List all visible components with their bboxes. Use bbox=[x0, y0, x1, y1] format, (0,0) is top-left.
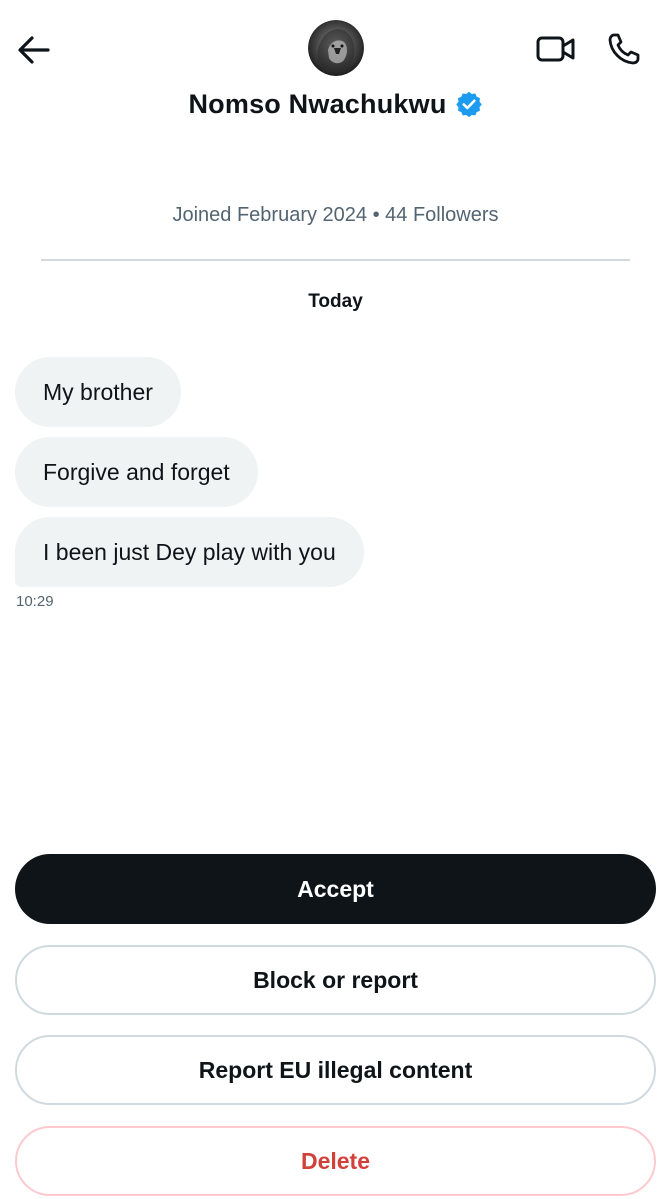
profile-meta: Joined February 2024 • 44 Followers bbox=[172, 204, 499, 226]
day-separator: Today bbox=[308, 291, 363, 312]
video-camera-icon bbox=[536, 34, 576, 64]
message-bubble[interactable]: My brother bbox=[15, 357, 181, 427]
block-or-report-button[interactable]: Block or report bbox=[15, 945, 656, 1015]
verified-badge-icon bbox=[455, 90, 483, 118]
contact-name[interactable]: Nomso Nwachukwu bbox=[188, 89, 446, 120]
conversation-header: Nomso Nwachukwu bbox=[0, 80, 671, 128]
divider bbox=[41, 259, 630, 261]
voice-call-button[interactable] bbox=[598, 26, 650, 72]
message-bubble[interactable]: Forgive and forget bbox=[15, 437, 258, 507]
message-timestamp: 10:29 bbox=[16, 593, 54, 610]
report-eu-illegal-content-button[interactable]: Report EU illegal content bbox=[15, 1035, 656, 1105]
delete-button[interactable]: Delete bbox=[15, 1126, 656, 1196]
accept-button[interactable]: Accept bbox=[15, 854, 656, 924]
back-button[interactable] bbox=[10, 28, 58, 72]
message-bubble[interactable]: I been just Dey play with you bbox=[15, 517, 364, 587]
message-text: Forgive and forget bbox=[43, 458, 230, 485]
message-text: My brother bbox=[43, 378, 153, 405]
arrow-left-icon bbox=[17, 35, 51, 65]
message-text: I been just Dey play with you bbox=[43, 538, 336, 565]
video-call-button[interactable] bbox=[530, 26, 582, 72]
phone-icon bbox=[607, 32, 641, 66]
avatar[interactable] bbox=[308, 20, 364, 76]
